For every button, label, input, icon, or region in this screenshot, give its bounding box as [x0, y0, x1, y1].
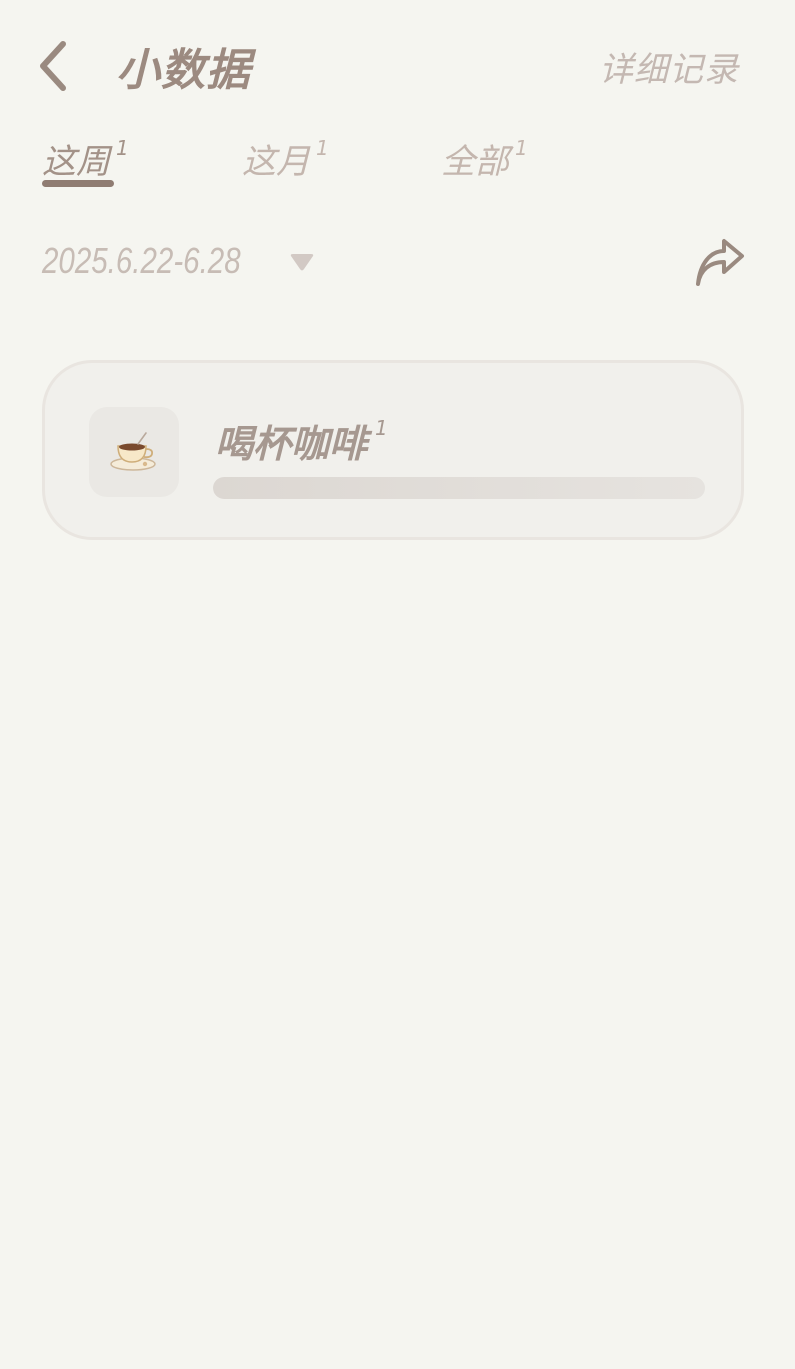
- page-title: 小数据: [116, 45, 251, 96]
- chevron-left-icon: [40, 41, 66, 91]
- habit-name: 喝杯咖啡 1: [215, 413, 388, 468]
- tab-count: 1: [515, 135, 528, 160]
- date-dropdown-button[interactable]: [288, 252, 316, 274]
- habit-progress-fill: [213, 477, 705, 499]
- tab-this-month[interactable]: 这月 1: [242, 134, 329, 183]
- detail-records-link[interactable]: 详细记录: [599, 42, 739, 91]
- habit-label: 喝杯咖啡: [215, 422, 368, 466]
- share-button[interactable]: [692, 236, 748, 292]
- share-arrow-icon: [696, 239, 744, 286]
- period-tabs: 这周 1 这月 1 全部 1: [42, 134, 742, 194]
- tab-count: 1: [116, 135, 129, 160]
- active-tab-indicator: [42, 180, 114, 187]
- tab-count: 1: [316, 135, 329, 160]
- tab-all[interactable]: 全部 1: [441, 134, 528, 183]
- habit-progress-bar: [213, 477, 705, 499]
- tab-label: 这周: [42, 142, 110, 182]
- caret-down-icon: [290, 254, 314, 271]
- tab-this-week[interactable]: 这周 1: [42, 134, 129, 187]
- habit-card-coffee[interactable]: 喝杯咖啡 1: [42, 360, 744, 540]
- tab-label: 这月: [242, 142, 310, 182]
- tab-label: 全部: [441, 142, 509, 182]
- date-filter-row: 2025.6.22-6.28: [42, 236, 754, 296]
- coffee-cup-icon: [110, 432, 156, 471]
- habit-icon-box: [89, 407, 179, 497]
- top-bar: 小数据 详细记录: [0, 0, 795, 120]
- habit-count: 1: [375, 416, 388, 441]
- back-button[interactable]: [28, 38, 76, 94]
- date-range-label[interactable]: 2025.6.22-6.28: [42, 240, 241, 282]
